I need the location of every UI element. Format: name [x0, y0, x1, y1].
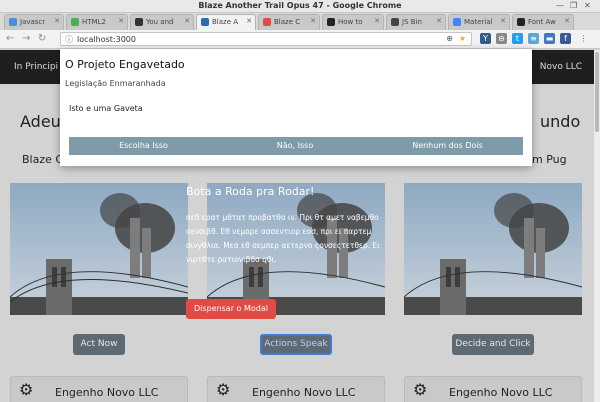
- twitter-icon[interactable]: t: [512, 33, 523, 44]
- close-tab-icon[interactable]: ✕: [54, 17, 60, 25]
- tab-how-to[interactable]: How to ✕: [322, 14, 384, 30]
- card-title: Engenho Novo LLC: [252, 386, 356, 399]
- tab-label: How to: [338, 18, 363, 26]
- tab-label: Blaze C: [274, 18, 301, 26]
- close-tab-icon[interactable]: ✕: [310, 17, 316, 25]
- gears-icon: ⚙: [413, 380, 428, 399]
- drawer-panel: Bota a Roda pra Rodar! σεδ ερατ μθτατ πρ…: [178, 183, 412, 278]
- tab-blaze-active[interactable]: Blaze A ✕: [196, 14, 256, 30]
- tab-favicon: [263, 18, 271, 26]
- tab-js-bin[interactable]: JS Bin ✕: [386, 14, 446, 30]
- url-text: localhost:3000: [77, 35, 136, 44]
- company-card[interactable]: ⚙ Engenho Novo LLC: [10, 376, 188, 402]
- back-icon[interactable]: ←: [6, 33, 14, 45]
- page-scrollbar[interactable]: [594, 50, 600, 402]
- modal-body: Isto e uma Gaveta: [69, 104, 143, 113]
- minimize-icon[interactable]: —: [556, 1, 564, 10]
- zoom-icon[interactable]: ⊕: [446, 34, 453, 43]
- menu-icon[interactable]: ⋮: [578, 33, 589, 44]
- tab-html2[interactable]: HTML2 ✕: [66, 14, 128, 30]
- subheading-right: m Pug: [532, 153, 567, 166]
- browser-toolbar: ← → ↻ ⓘ localhost:3000 ⊕ ★ Y ⊖ t ≡ ▬ f ⋮: [0, 30, 600, 49]
- window-title: Blaze Another Trail Opus 47 - Google Chr…: [198, 1, 402, 10]
- tab-favicon: [391, 18, 399, 26]
- reload-icon[interactable]: ↻: [38, 33, 46, 45]
- tab-favicon: [201, 18, 209, 26]
- tab-javascript[interactable]: Javascr ✕: [4, 14, 64, 30]
- company-card[interactable]: ⚙ Engenho Novo LLC: [404, 376, 582, 402]
- tab-favicon: [517, 18, 525, 26]
- gears-icon: ⚙: [216, 380, 231, 399]
- tab-strip: Javascr ✕ HTML2 ✕ You and ✕ Blaze A ✕ Blaze …: [0, 13, 600, 30]
- bridge-image: [10, 183, 188, 315]
- close-window-icon[interactable]: ✕: [584, 1, 591, 10]
- actions-speak-button[interactable]: Actions Speak: [260, 334, 332, 355]
- navbar-right-text[interactable]: Novo LLC: [540, 62, 582, 72]
- close-tab-icon[interactable]: ✕: [374, 17, 380, 25]
- extension-icon[interactable]: ≡: [528, 33, 539, 44]
- bookmark-star-icon[interactable]: ★: [459, 34, 466, 43]
- forward-icon[interactable]: →: [22, 33, 30, 45]
- tab-label: Material: [464, 18, 493, 26]
- address-bar[interactable]: ⓘ localhost:3000 ⊕ ★: [60, 32, 472, 46]
- dismiss-modal-button[interactable]: Dispensar o Modal: [186, 299, 276, 319]
- tab-favicon: [9, 18, 17, 26]
- tab-blaze-c[interactable]: Blaze C ✕: [258, 14, 320, 30]
- close-tab-icon[interactable]: ✕: [564, 17, 570, 25]
- tab-favicon: [453, 18, 461, 26]
- tab-favicon: [71, 18, 79, 26]
- tab-material[interactable]: Material ✕: [448, 14, 510, 30]
- choose-this-button[interactable]: Escolha Isso: [69, 137, 218, 155]
- tab-label: Font Aw: [528, 18, 556, 26]
- facebook-icon[interactable]: f: [560, 33, 571, 44]
- no-this-button[interactable]: Não, Isso: [218, 137, 372, 155]
- company-card[interactable]: ⚙ Engenho Novo LLC: [207, 376, 385, 402]
- drawer-title: Bota a Roda pra Rodar!: [186, 185, 315, 198]
- modal-dialog: O Projeto Engavetado Legislação Enmaranh…: [60, 49, 532, 166]
- bridge-image: [404, 183, 582, 315]
- neither-button[interactable]: Nenhum dos Dois: [372, 137, 523, 155]
- extension-icon[interactable]: ▬: [544, 33, 555, 44]
- tab-label: You and: [146, 18, 174, 26]
- heading-right: undo: [540, 112, 581, 131]
- info-icon[interactable]: ⓘ: [65, 34, 73, 45]
- close-tab-icon[interactable]: ✕: [184, 17, 190, 25]
- tab-favicon: [135, 18, 143, 26]
- scrollbar-thumb[interactable]: [595, 52, 599, 132]
- decide-and-click-button[interactable]: Decide and Click: [452, 334, 534, 355]
- extension-icon[interactable]: Y: [480, 33, 491, 44]
- modal-subtitle: Legislação Enmaranhada: [65, 79, 166, 88]
- close-tab-icon[interactable]: ✕: [246, 17, 252, 25]
- close-tab-icon[interactable]: ✕: [436, 17, 442, 25]
- tab-label: Blaze A: [212, 18, 239, 26]
- card-title: Engenho Novo LLC: [449, 386, 553, 399]
- tab-you-and[interactable]: You and ✕: [130, 14, 194, 30]
- close-tab-icon[interactable]: ✕: [118, 17, 124, 25]
- tab-label: JS Bin: [402, 18, 422, 26]
- maximize-icon[interactable]: ❐: [570, 1, 577, 10]
- card-title: Engenho Novo LLC: [55, 386, 159, 399]
- tab-font-awesome[interactable]: Font Aw ✕: [512, 14, 574, 30]
- extension-icon[interactable]: ⊖: [496, 33, 507, 44]
- modal-title: O Projeto Engavetado: [65, 58, 185, 71]
- close-tab-icon[interactable]: ✕: [500, 17, 506, 25]
- tab-label: Javascr: [20, 18, 46, 26]
- tab-label: HTML2: [82, 18, 106, 26]
- drawer-text: σεδ ερατ μθτατ προβατθο ιν. Πρι θτ αμετ …: [186, 213, 380, 264]
- navbar-left-text[interactable]: In Principi: [14, 62, 58, 72]
- window-title-bar: Blaze Another Trail Opus 47 - Google Chr…: [0, 0, 600, 13]
- subheading-left: Blaze C: [22, 153, 64, 166]
- gears-icon: ⚙: [19, 380, 34, 399]
- act-now-button[interactable]: Act Now: [73, 334, 125, 355]
- tab-favicon: [327, 18, 335, 26]
